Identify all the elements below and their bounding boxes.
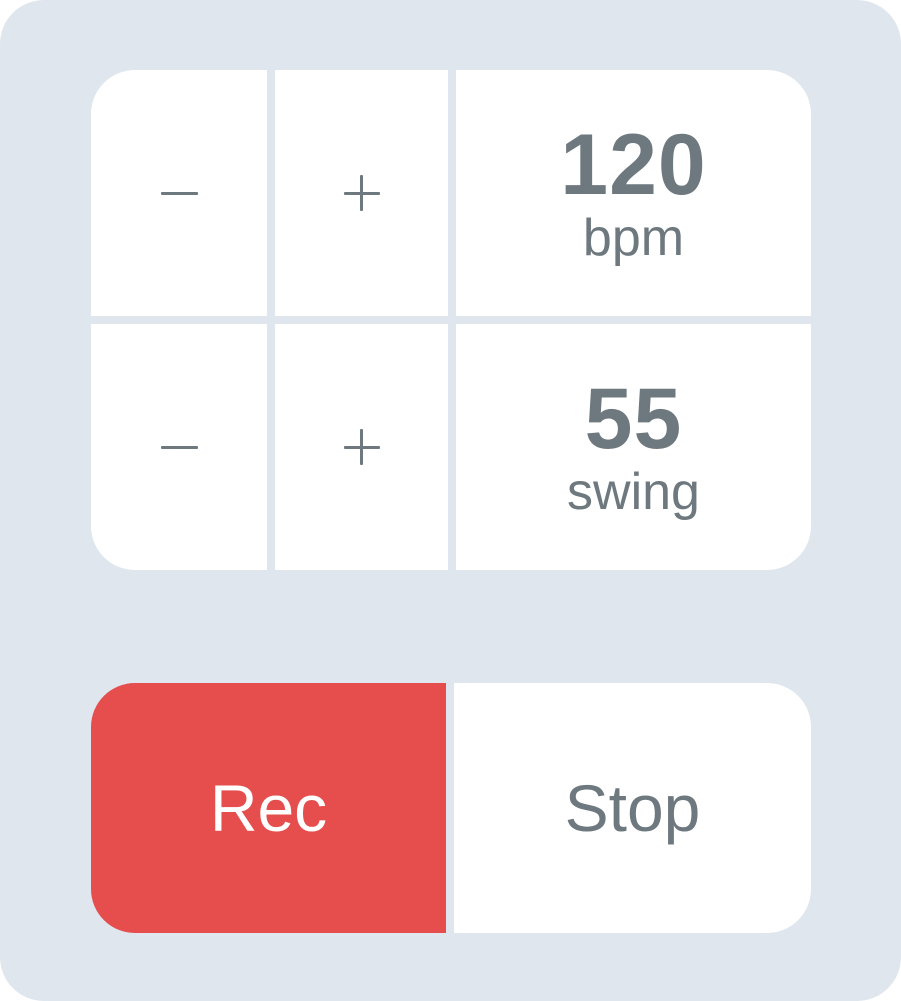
record-button[interactable]: Rec (91, 683, 446, 933)
transport-panel: 120 bpm 55 swing Rec Stop (0, 0, 901, 1001)
swing-value: 55 (584, 371, 683, 467)
tempo-unit-label: bpm (582, 209, 685, 267)
swing-readout: 55 swing (456, 324, 811, 570)
tempo-readout: 120 bpm (456, 70, 811, 316)
plus-icon (343, 175, 380, 211)
stop-button[interactable]: Stop (454, 683, 811, 933)
tempo-increment-button[interactable] (275, 70, 448, 316)
transport-buttons: Rec Stop (91, 683, 811, 933)
swing-unit-label: swing (567, 463, 700, 521)
tempo-swing-controls: 120 bpm 55 swing (91, 70, 811, 570)
swing-decrement-button[interactable] (91, 324, 267, 570)
minus-icon (160, 191, 198, 195)
swing-increment-button[interactable] (275, 324, 448, 570)
tempo-value: 120 (560, 117, 707, 213)
minus-icon (160, 445, 198, 449)
plus-icon (343, 429, 380, 465)
tempo-decrement-button[interactable] (91, 70, 267, 316)
